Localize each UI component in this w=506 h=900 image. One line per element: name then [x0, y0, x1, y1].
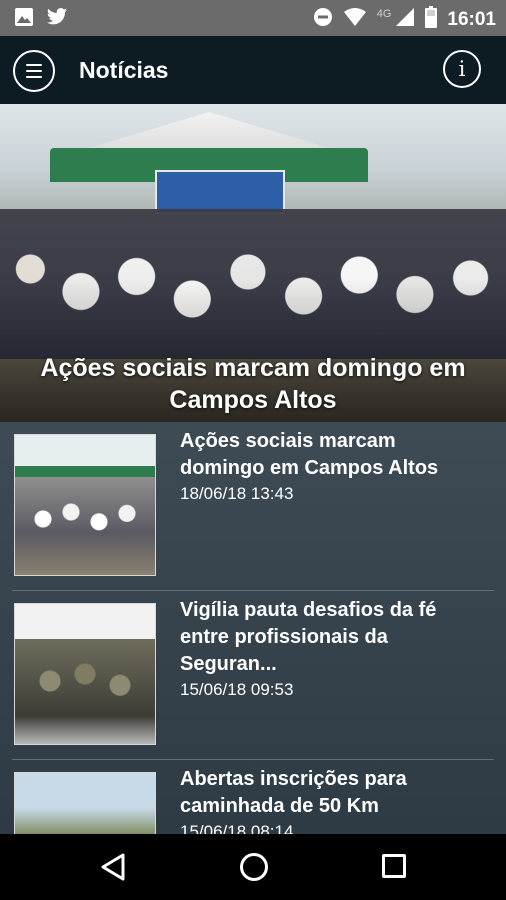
network-type-label: 4G — [376, 7, 392, 20]
news-thumbnail — [14, 772, 156, 834]
battery-icon — [425, 6, 438, 33]
news-title: Ações sociais marcam domingo em Campos A… — [180, 430, 439, 479]
recents-icon[interactable] — [382, 854, 406, 878]
news-list-item[interactable]: Abertas inscrições para caminhada de 50 … — [0, 760, 506, 834]
news-title: Abertas inscrições para caminhada de 50 … — [180, 768, 407, 817]
status-left-icons — [14, 7, 68, 32]
hamburger-menu-icon[interactable] — [13, 50, 55, 92]
status-right-icons: 4G 16:01 — [313, 6, 496, 33]
news-thumbnail — [14, 603, 156, 745]
status-time: 16:01 — [447, 8, 496, 30]
page-title: Notícias — [79, 57, 169, 83]
news-date: 15/06/18 09:53 — [180, 680, 294, 699]
news-thumbnail — [14, 434, 156, 576]
wifi-icon — [343, 7, 367, 32]
news-title: Vigília pauta desafios da fé entre profi… — [180, 599, 437, 675]
app-bar: Notícias i — [0, 36, 506, 104]
image-icon — [14, 7, 34, 32]
news-date: 15/06/18 08:14 — [180, 822, 294, 834]
featured-news-card[interactable]: Ações sociais marcam domingo em Campos A… — [0, 104, 506, 422]
back-icon[interactable] — [100, 853, 126, 886]
signal-icon — [395, 7, 415, 32]
twitter-icon — [46, 7, 68, 32]
news-list-item[interactable]: Vigília pauta desafios da fé entre profi… — [0, 591, 506, 759]
news-list-item[interactable]: Ações sociais marcam domingo em Campos A… — [0, 422, 506, 590]
info-icon[interactable]: i — [443, 50, 481, 88]
do-not-disturb-icon — [313, 7, 333, 32]
status-bar: 4G 16:01 — [0, 0, 506, 36]
home-icon[interactable] — [240, 853, 268, 881]
news-list: Ações sociais marcam domingo em Campos A… — [0, 422, 506, 834]
news-date: 18/06/18 13:43 — [180, 484, 294, 503]
featured-news-title: Ações sociais marcam domingo em Campos A… — [40, 354, 466, 414]
system-navigation-bar — [0, 834, 506, 900]
